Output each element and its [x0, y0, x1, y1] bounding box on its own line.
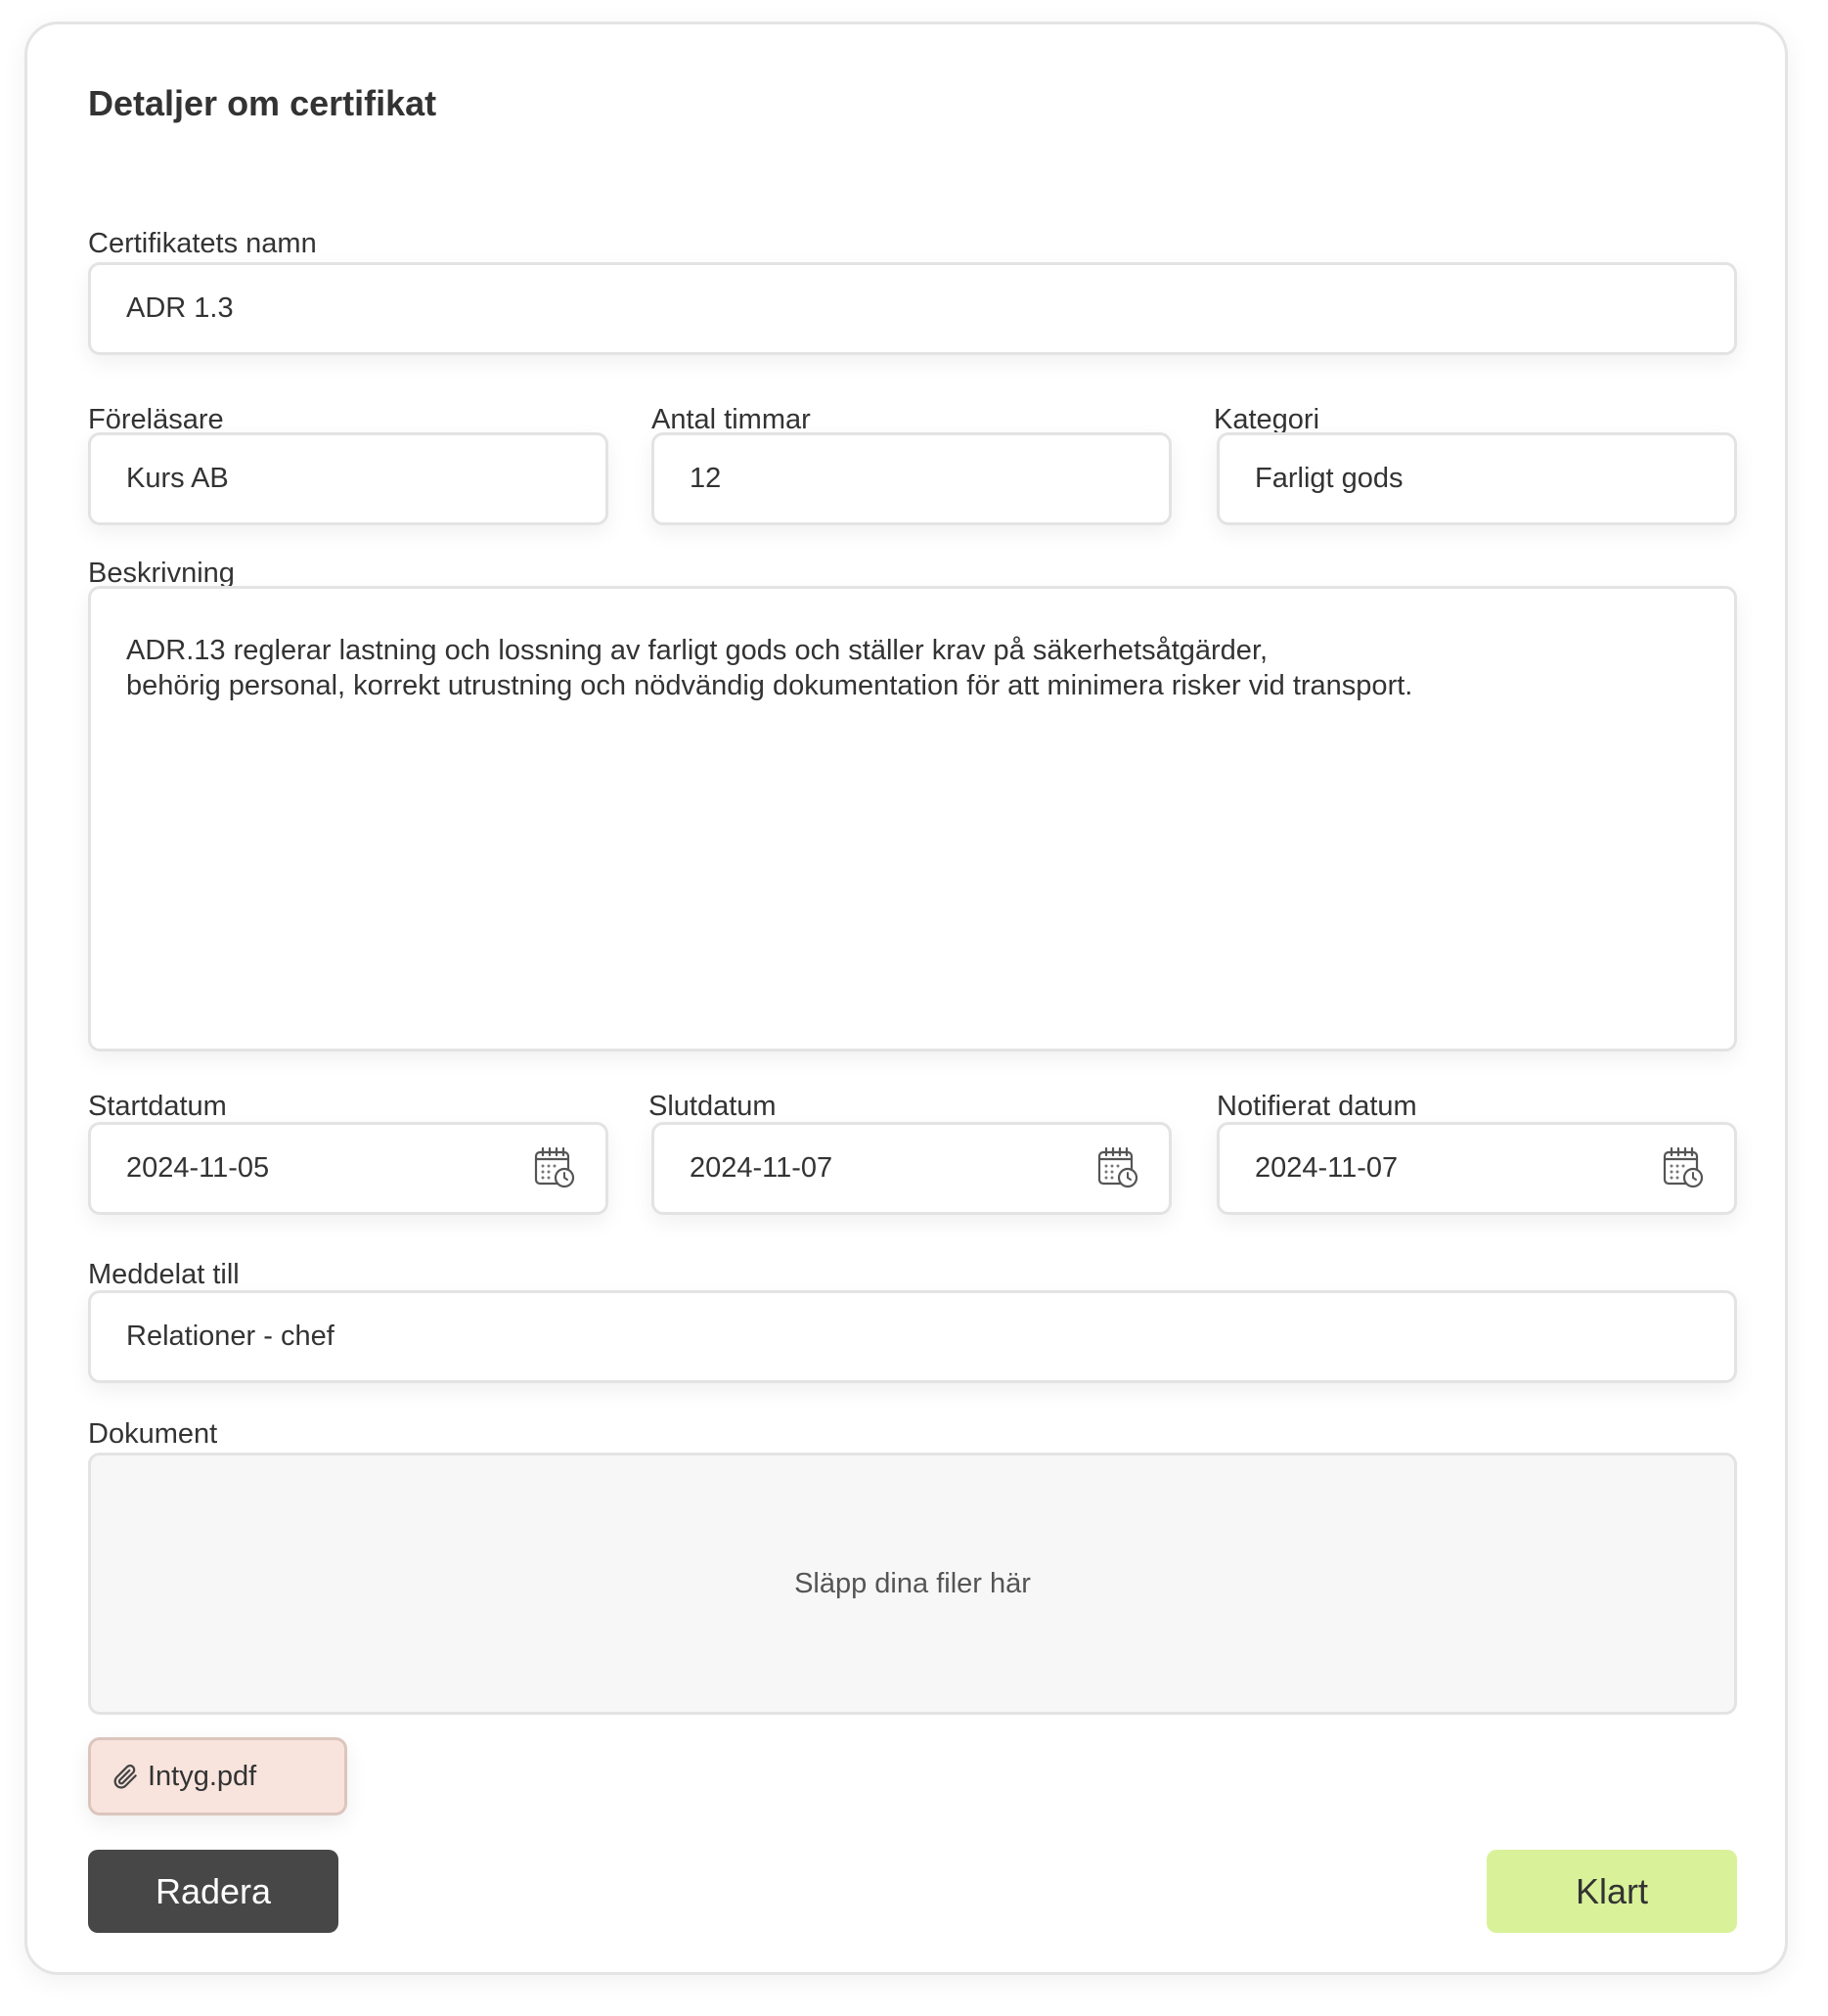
start-date-label: Startdatum	[88, 1091, 227, 1122]
file-name: Intyg.pdf	[148, 1760, 257, 1792]
lecturer-value: Kurs AB	[126, 463, 229, 494]
end-date-value: 2024-11-07	[690, 1152, 833, 1184]
notified-date-input[interactable]: 2024-11-07	[1217, 1122, 1737, 1215]
notified-date-value: 2024-11-07	[1255, 1152, 1399, 1184]
certificate-name-label: Certifikatets namn	[88, 228, 317, 259]
notified-to-label: Meddelat till	[88, 1259, 240, 1290]
start-date-value: 2024-11-05	[126, 1152, 270, 1184]
calendar-clock-icon[interactable]	[1096, 1146, 1139, 1189]
calendar-clock-icon[interactable]	[533, 1146, 576, 1189]
category-value: Farligt gods	[1255, 463, 1404, 494]
notified-to-value: Relationer - chef	[126, 1321, 334, 1352]
calendar-clock-icon[interactable]	[1662, 1146, 1705, 1189]
lecturer-input[interactable]: Kurs AB	[88, 432, 608, 525]
certificate-name-input[interactable]: ADR 1.3	[88, 262, 1737, 355]
notified-to-input[interactable]: Relationer - chef	[88, 1290, 1737, 1383]
delete-button[interactable]: Radera	[88, 1850, 338, 1933]
documents-label: Dokument	[88, 1418, 218, 1450]
dropzone-text: Släpp dina filer här	[794, 1567, 1031, 1599]
description-textarea[interactable]: ADR.13 reglerar lastning och lossning av…	[88, 586, 1737, 1052]
file-dropzone[interactable]: Släpp dina filer här	[88, 1453, 1737, 1715]
hours-input[interactable]: 12	[651, 432, 1172, 525]
notified-date-label: Notifierat datum	[1217, 1091, 1417, 1122]
hours-value: 12	[690, 463, 722, 494]
description-line-1: ADR.13 reglerar lastning och lossning av…	[126, 635, 1269, 666]
done-button[interactable]: Klart	[1487, 1850, 1737, 1933]
file-chip-intyg[interactable]: Intyg.pdf	[88, 1737, 347, 1815]
end-date-input[interactable]: 2024-11-07	[651, 1122, 1172, 1215]
paperclip-icon	[113, 1764, 137, 1789]
start-date-input[interactable]: 2024-11-05	[88, 1122, 608, 1215]
page-title: Detaljer om certifikat	[88, 83, 437, 123]
certificate-name-value: ADR 1.3	[126, 292, 234, 324]
category-input[interactable]: Farligt gods	[1217, 432, 1737, 525]
certificate-details-card: Detaljer om certifikat Certifikatets nam…	[24, 22, 1788, 1975]
end-date-label: Slutdatum	[648, 1091, 777, 1122]
description-line-2: behörig personal, korrekt utrustning och…	[126, 670, 1413, 701]
